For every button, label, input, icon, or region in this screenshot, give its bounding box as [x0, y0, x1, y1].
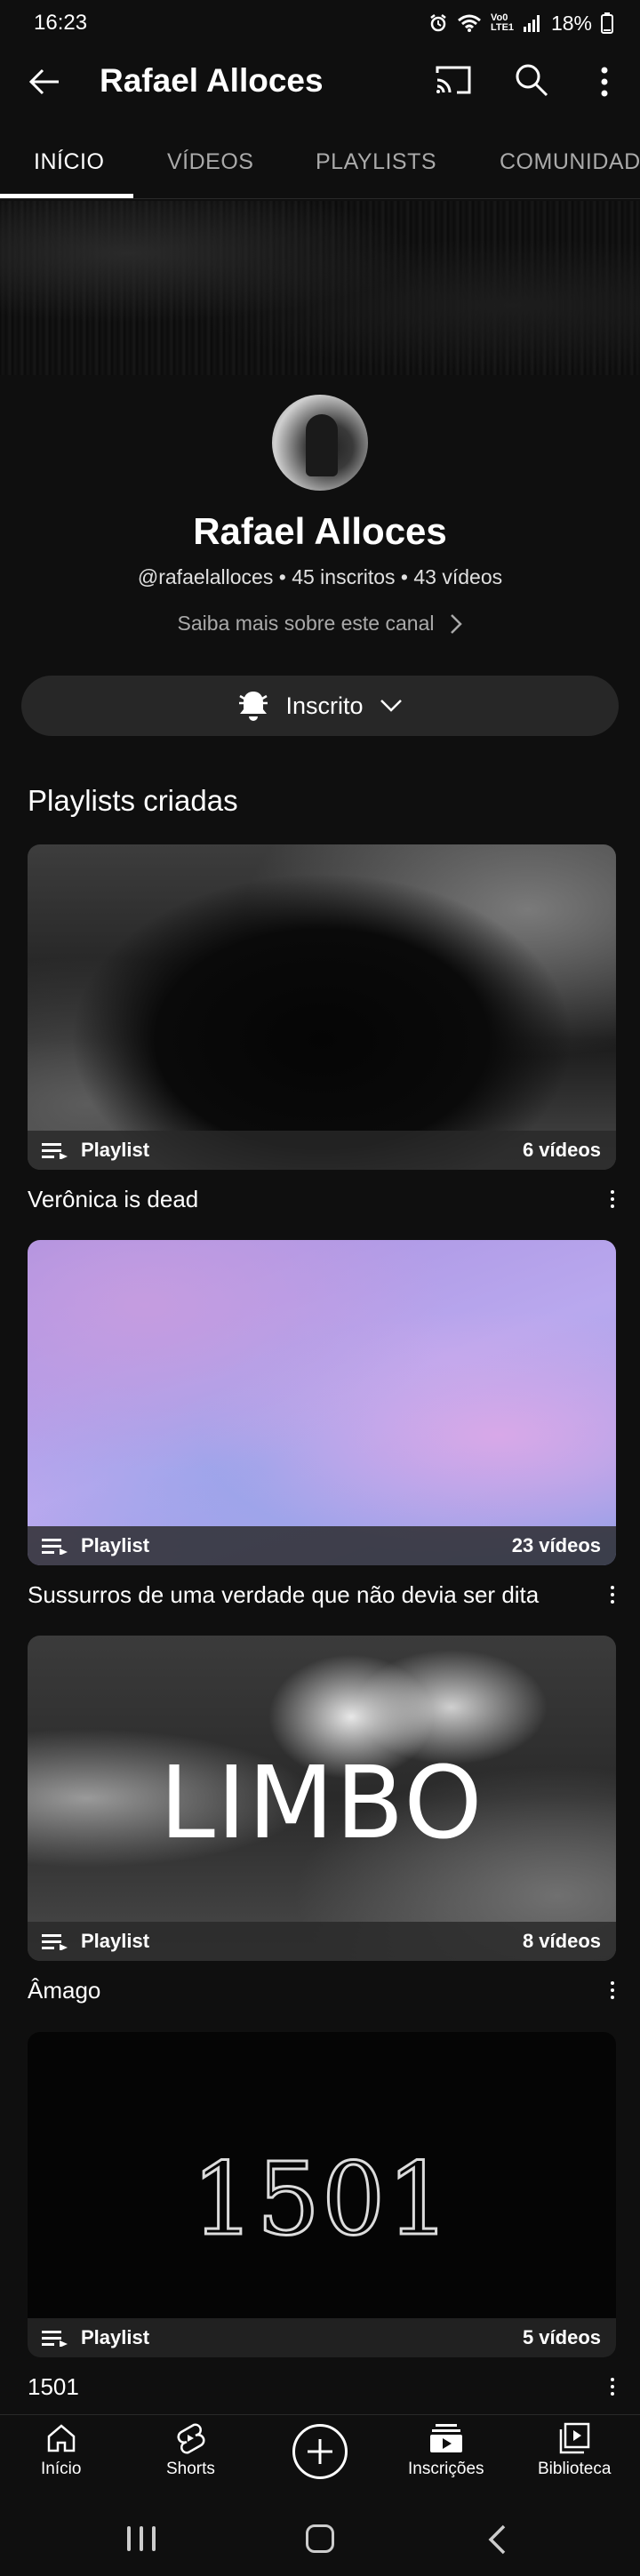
- playlist-thumbnail[interactable]: LIMBO Playlist 8 vídeos: [28, 1636, 616, 1961]
- playlist-thumbnail[interactable]: Playlist 23 vídeos: [28, 1240, 616, 1565]
- thumbnail-text: LIMBO: [159, 1746, 484, 1861]
- tab-playlists[interactable]: PLAYLISTS: [316, 149, 436, 175]
- system-back-button[interactable]: [487, 2524, 507, 2559]
- nav-subscriptions-label: Inscrições: [408, 2460, 484, 2478]
- more-options-button[interactable]: [585, 62, 624, 101]
- meta-separator: •: [278, 565, 286, 588]
- playlist-icon: [42, 2331, 68, 2347]
- playlist-title[interactable]: Verônica is dead: [28, 1186, 198, 1213]
- playlist-icon: [42, 1143, 68, 1159]
- plus-icon: [308, 2439, 332, 2464]
- nav-home[interactable]: Início: [41, 2422, 81, 2479]
- create-button[interactable]: [292, 2424, 348, 2479]
- channel-meta: @rafaelalloces • 45 inscritos • 43 vídeo…: [0, 565, 640, 589]
- playlist-title[interactable]: Âmago: [28, 1977, 100, 2004]
- playlist-icon: [42, 1539, 68, 1555]
- battery-percent: 18%: [550, 11, 592, 35]
- battery-icon: [601, 12, 613, 34]
- nav-shorts[interactable]: Shorts: [166, 2422, 215, 2479]
- tab-videos[interactable]: VÍDEOS: [167, 149, 253, 175]
- playlist-card[interactable]: LIMBO Playlist 8 vídeos Âmago: [28, 1636, 616, 2004]
- chevron-down-icon: [380, 700, 402, 712]
- tab-comunidade[interactable]: COMUNIDADE: [500, 149, 640, 175]
- nav-shorts-label: Shorts: [166, 2460, 215, 2478]
- subscribed-label: Inscrito: [285, 692, 364, 719]
- playlist-video-count: 5 vídeos: [522, 2326, 601, 2348]
- playlist-overlay: Playlist 23 vídeos: [28, 1526, 616, 1565]
- search-icon: [516, 64, 548, 97]
- nav-library-label: Biblioteca: [538, 2460, 612, 2478]
- playlist-overlay: Playlist 5 vídeos: [28, 2318, 616, 2357]
- channel-tabs: INÍCIO VÍDEOS PLAYLISTS COMUNIDADE: [0, 133, 640, 199]
- channel-name: Rafael Alloces: [193, 510, 447, 552]
- wifi-icon: [457, 14, 481, 32]
- search-button[interactable]: [514, 62, 553, 101]
- library-icon: [559, 2422, 590, 2454]
- tab-inicio[interactable]: INÍCIO: [34, 149, 104, 175]
- home-icon: [47, 2424, 75, 2452]
- chevron-right-icon: [451, 613, 463, 634]
- bell-icon: [239, 692, 268, 721]
- status-time: 16:23: [34, 11, 88, 35]
- arrow-left-icon: [28, 68, 59, 95]
- recent-apps-button[interactable]: [127, 2526, 156, 2551]
- alarm-icon: [430, 14, 446, 32]
- meta-separator: •: [400, 565, 408, 588]
- nav-subscriptions[interactable]: Inscrições: [408, 2422, 484, 2479]
- more-vertical-icon: [601, 67, 608, 97]
- subscriptions-icon: [429, 2424, 462, 2452]
- playlist-badge: Playlist: [81, 2326, 150, 2348]
- nav-library[interactable]: Biblioteca: [538, 2422, 611, 2479]
- playlist-video-count: 6 vídeos: [522, 1139, 601, 1161]
- channel-avatar[interactable]: [272, 395, 368, 491]
- video-count: 43 vídeos: [413, 565, 503, 588]
- subscriber-count: 45 inscritos: [292, 565, 396, 588]
- status-bar: 16:23 Vo0 LTE1 18%: [0, 0, 640, 46]
- playlist-title[interactable]: 1501: [28, 2373, 79, 2401]
- playlist-card[interactable]: Playlist 23 vídeos Sussurros de uma verd…: [28, 1240, 616, 1608]
- signal-icon: [523, 15, 540, 32]
- playlist-more-button[interactable]: [602, 1184, 623, 1214]
- playlist-more-button[interactable]: [602, 2372, 623, 2402]
- back-chevron-icon: [488, 2524, 506, 2555]
- channel-handle: @rafaelalloces: [137, 565, 274, 588]
- about-channel-link[interactable]: Saiba mais sobre este canal: [0, 612, 640, 636]
- channel-banner: [0, 201, 640, 375]
- playlist-video-count: 23 vídeos: [511, 1534, 601, 1556]
- shorts-icon: [177, 2423, 205, 2454]
- back-button[interactable]: [25, 62, 64, 101]
- system-home-button[interactable]: [306, 2524, 334, 2553]
- thumbnail-text: 1501: [190, 2141, 452, 2260]
- active-tab-indicator: [0, 194, 133, 198]
- playlist-card[interactable]: 1501 Playlist 5 vídeos 1501: [28, 2032, 616, 2400]
- playlist-badge: Playlist: [81, 1534, 150, 1556]
- nav-home-label: Início: [41, 2460, 82, 2478]
- playlist-title[interactable]: Sussurros de uma verdade que não devia s…: [28, 1581, 539, 1609]
- cast-icon: [436, 66, 471, 94]
- playlist-icon: [42, 1934, 68, 1950]
- playlist-more-button[interactable]: [602, 1580, 623, 1610]
- subscribed-button[interactable]: Inscrito: [21, 676, 619, 736]
- playlist-thumbnail[interactable]: 1501 Playlist 5 vídeos: [28, 2032, 616, 2357]
- cast-button[interactable]: [434, 62, 473, 101]
- about-channel-label: Saiba mais sobre este canal: [177, 612, 435, 635]
- status-indicators: Vo0 LTE1 18%: [428, 12, 613, 36]
- system-navigation-bar: [0, 2503, 640, 2576]
- playlist-overlay: Playlist 6 vídeos: [28, 1131, 616, 1170]
- playlist-overlay: Playlist 8 vídeos: [28, 1922, 616, 1961]
- page-title: Rafael Alloces: [100, 62, 324, 99]
- playlist-thumbnail[interactable]: Playlist 6 vídeos: [28, 844, 616, 1170]
- app-bar: Rafael Alloces: [0, 50, 640, 112]
- playlist-more-button[interactable]: [602, 1975, 623, 2005]
- bottom-navigation: Início Shorts Inscrições Biblioteca: [0, 2414, 640, 2503]
- playlist-badge: Playlist: [81, 1930, 150, 1952]
- playlist-badge: Playlist: [81, 1139, 150, 1161]
- playlist-card[interactable]: Playlist 6 vídeos Verônica is dead: [28, 844, 616, 1212]
- playlist-video-count: 8 vídeos: [522, 1930, 601, 1952]
- network-label: Vo0 LTE1: [490, 12, 515, 33]
- section-title: Playlists criadas: [28, 784, 238, 817]
